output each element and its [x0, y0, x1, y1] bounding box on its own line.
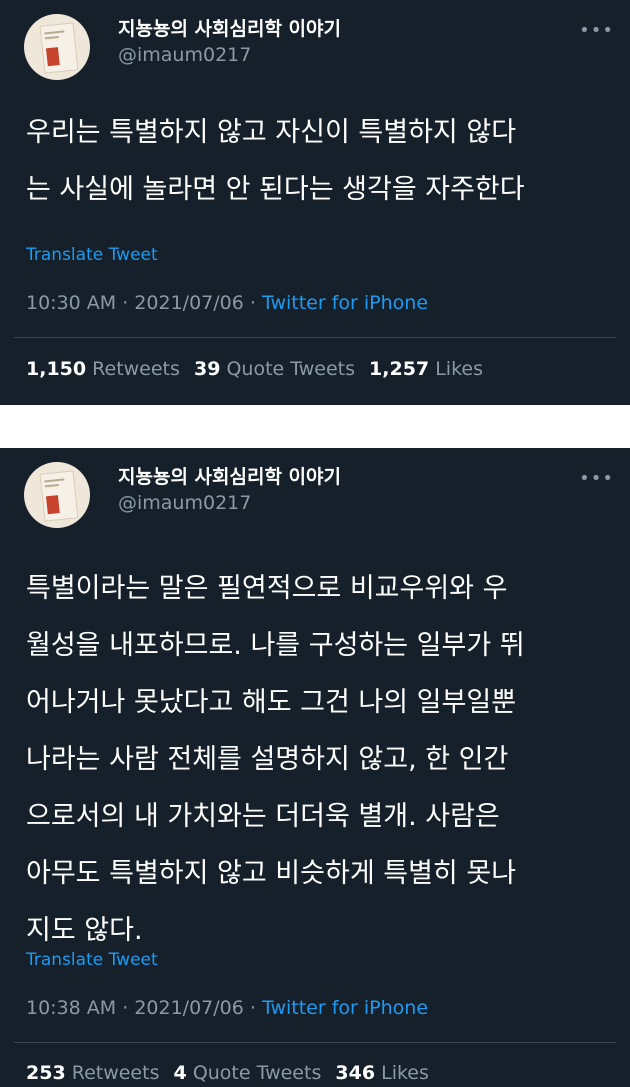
tweet-meta: 10:30 AM · 2021/07/06 · Twitter for iPho…	[26, 292, 428, 314]
divider	[14, 1042, 616, 1043]
translate-tweet-link[interactable]: Translate Tweet	[26, 950, 158, 970]
tweet-time[interactable]: 10:38 AM	[26, 997, 116, 1019]
tweet-source-link[interactable]: Twitter for iPhone	[262, 997, 428, 1019]
translate-tweet-link[interactable]: Translate Tweet	[26, 245, 158, 265]
tweet-stats: 1,150 Retweets 39 Quote Tweets 1,257 Lik…	[26, 358, 491, 380]
user-handle[interactable]: @imaum0217	[118, 490, 341, 516]
tweet-meta: 10:38 AM · 2021/07/06 · Twitter for iPho…	[26, 997, 428, 1019]
avatar[interactable]	[24, 462, 90, 528]
meta-separator: ·	[249, 997, 256, 1019]
book-cover-avatar-icon	[39, 470, 79, 522]
quote-tweets-stat[interactable]: 39 Quote Tweets	[194, 358, 355, 380]
tweet-text: 특별이라는 말은 필연적으로 비교우위와 우 월성을 내포하므로. 나를 구성하…	[26, 573, 525, 946]
tweet-date[interactable]: 2021/07/06	[134, 292, 244, 314]
more-options-icon[interactable]: •••	[579, 468, 614, 489]
tweet-source-link[interactable]: Twitter for iPhone	[262, 292, 428, 314]
likes-stat[interactable]: 346 Likes	[335, 1062, 429, 1084]
quote-tweets-stat[interactable]: 4 Quote Tweets	[174, 1062, 322, 1084]
tweet-stats: 253 Retweets 4 Quote Tweets 346 Likes	[26, 1062, 437, 1084]
display-name[interactable]: 지뇽뇽의 사회심리학 이야기	[118, 464, 341, 490]
meta-separator: ·	[249, 292, 256, 314]
likes-stat[interactable]: 1,257 Likes	[369, 358, 483, 380]
tweet-time[interactable]: 10:30 AM	[26, 292, 116, 314]
tweet-header: 지뇽뇽의 사회심리학 이야기 @imaum0217 •••	[24, 10, 614, 80]
display-name[interactable]: 지뇽뇽의 사회심리학 이야기	[118, 16, 341, 42]
tweet-card: 지뇽뇽의 사회심리학 이야기 @imaum0217 ••• 특별이라는 말은 필…	[0, 448, 630, 1087]
avatar[interactable]	[24, 14, 90, 80]
user-handle[interactable]: @imaum0217	[118, 42, 341, 68]
more-options-icon[interactable]: •••	[579, 20, 614, 41]
tweet-date[interactable]: 2021/07/06	[134, 997, 244, 1019]
meta-separator: ·	[122, 292, 129, 314]
tweet-text: 우리는 특별하지 않고 자신이 특별하지 않다 는 사실에 놀라면 안 된다는 …	[26, 117, 525, 205]
tweet-header: 지뇽뇽의 사회심리학 이야기 @imaum0217 •••	[24, 458, 614, 528]
retweets-stat[interactable]: 253 Retweets	[26, 1062, 159, 1084]
meta-separator: ·	[122, 997, 129, 1019]
book-cover-avatar-icon	[39, 22, 79, 74]
retweets-stat[interactable]: 1,150 Retweets	[26, 358, 180, 380]
divider	[14, 337, 616, 338]
tweet-card: 지뇽뇽의 사회심리학 이야기 @imaum0217 ••• 우리는 특별하지 않…	[0, 0, 630, 405]
